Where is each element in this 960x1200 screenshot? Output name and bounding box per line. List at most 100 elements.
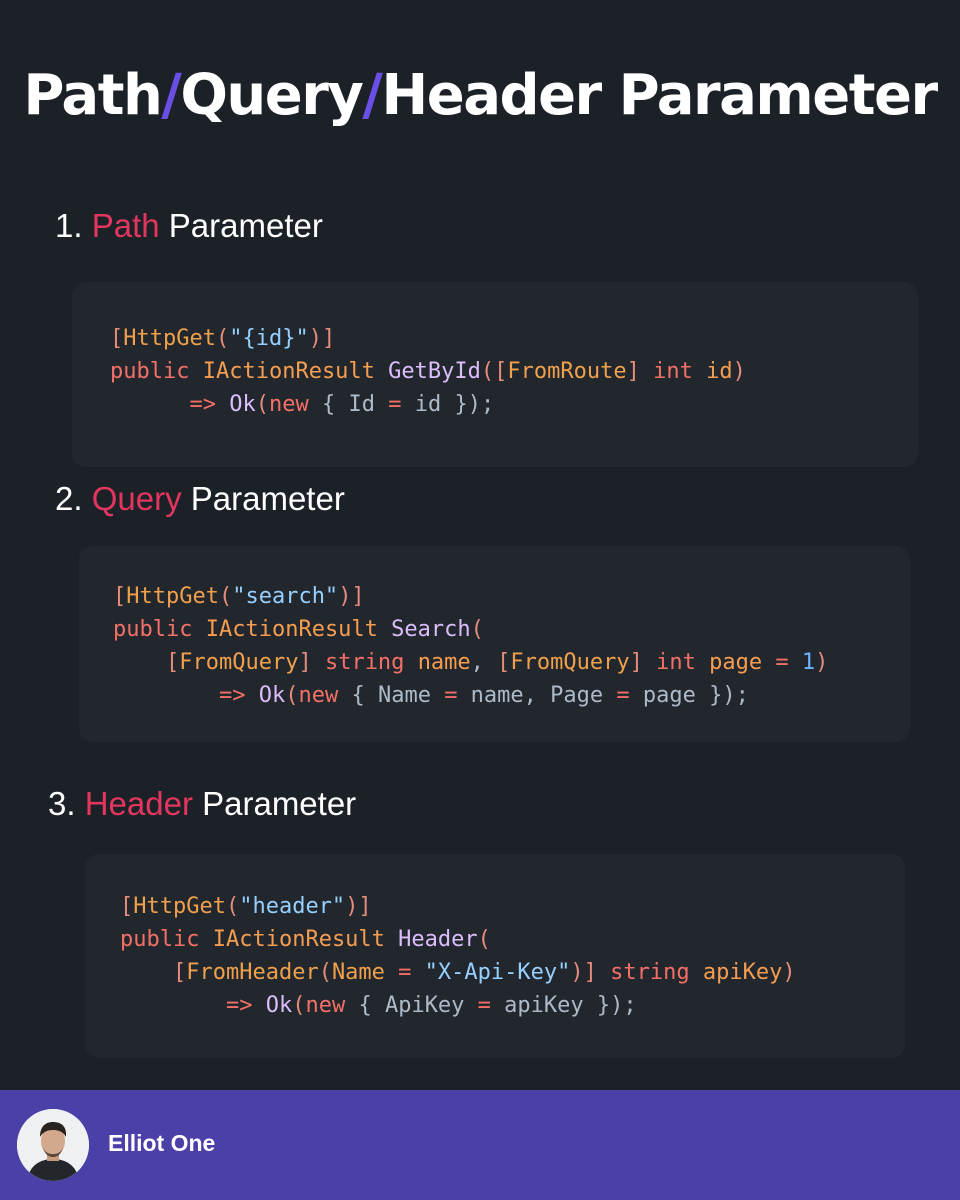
code-token: [ <box>120 894 134 919</box>
code-line: => Ok(new { Id = id }); <box>110 392 494 417</box>
code-token: = <box>616 683 630 708</box>
code-token: = <box>444 683 458 708</box>
code-token: IActionResult <box>202 359 375 384</box>
section-keyword: Path <box>91 207 160 244</box>
code-token: apiKey <box>702 960 783 985</box>
code-token: string <box>610 960 690 985</box>
code-line: public IActionResult Search( <box>113 617 484 642</box>
code-token: [ <box>172 960 187 985</box>
code-token: = <box>775 650 789 675</box>
code-token: public <box>120 927 200 952</box>
code-token: )] <box>345 894 372 919</box>
code-token: Ok <box>258 683 286 708</box>
section-heading-path: 1. Path Parameter <box>55 206 323 246</box>
code-token: "header" <box>239 894 346 919</box>
code-token: "X-Api-Key" <box>424 960 571 985</box>
code-token: ( <box>225 894 240 919</box>
code-token: new <box>305 993 346 1018</box>
section-number: 1. <box>55 207 83 244</box>
code-token: int <box>656 650 696 675</box>
code-token: name, Page <box>457 683 617 708</box>
code-token: new <box>268 392 309 417</box>
code-token: , <box>470 650 498 675</box>
code-token: [ <box>113 584 127 609</box>
code-token: new <box>298 683 339 708</box>
code-token: ( <box>285 683 299 708</box>
code-token: GetById <box>388 359 481 384</box>
code-line: public IActionResult GetById([FromRoute]… <box>110 359 746 384</box>
code-line: [FromQuery] string name, [FromQuery] int… <box>113 650 828 675</box>
code-token: IActionResult <box>212 927 385 952</box>
author-name: Elliot One <box>108 1130 216 1156</box>
code-token: { ApiKey <box>345 993 478 1018</box>
code-snippet: [HttpGet("{id}")] public IActionResult G… <box>110 322 746 421</box>
title-query: Query <box>180 63 364 128</box>
page-title: Path/Query/Header Parameter <box>0 58 960 134</box>
code-token: ] <box>298 650 312 675</box>
code-token: page }); <box>629 683 749 708</box>
code-token: string <box>324 650 405 675</box>
code-token: )] <box>308 326 336 351</box>
code-token: apiKey }); <box>490 993 637 1018</box>
code-token: ( <box>292 993 306 1018</box>
code-token: Header <box>398 927 478 952</box>
code-token: ] <box>629 650 643 675</box>
code-token: FromQuery <box>179 650 299 675</box>
code-token: => <box>189 392 216 417</box>
code-token: HttpGet <box>123 326 216 351</box>
code-token: public <box>110 359 190 384</box>
code-token: ( <box>318 960 332 985</box>
title-header-parameter: Header Parameter <box>381 63 938 128</box>
code-token: = <box>398 960 412 985</box>
section-number: 3. <box>48 785 76 822</box>
title-path: Path <box>23 63 162 128</box>
code-token: ) <box>782 960 796 985</box>
code-token: ( <box>218 584 233 609</box>
code-token: ( <box>470 617 484 642</box>
author-footer: Elliot One <box>0 1090 960 1200</box>
code-token: HttpGet <box>133 894 226 919</box>
code-token: public <box>113 617 193 642</box>
code-token: ([ <box>480 359 508 384</box>
code-token: page <box>709 650 763 675</box>
code-token: 1 <box>801 650 816 675</box>
author-avatar-icon <box>17 1109 89 1181</box>
code-token: { Id <box>308 392 389 417</box>
code-token: "search" <box>232 584 339 609</box>
code-block-header: [HttpGet("header")] public IActionResult… <box>85 854 905 1058</box>
code-token: Search <box>391 617 471 642</box>
code-line: [HttpGet("search")] <box>113 584 365 609</box>
code-token: [ <box>497 650 511 675</box>
code-token: )] <box>570 960 597 985</box>
code-token: = <box>388 392 402 417</box>
code-snippet: [HttpGet("search")] public IActionResult… <box>113 580 828 712</box>
section-keyword: Header <box>84 785 193 822</box>
code-token: Name <box>331 960 385 985</box>
code-token: Ok <box>229 392 256 417</box>
code-token: id }); <box>401 392 495 417</box>
code-token: ( <box>477 927 491 952</box>
section-number: 2. <box>55 480 83 517</box>
code-snippet: [HttpGet("header")] public IActionResult… <box>120 890 796 1022</box>
code-token: ) <box>732 359 746 384</box>
code-token: int <box>653 359 693 384</box>
code-line: => Ok(new { Name = name, Page = page }); <box>113 683 749 708</box>
code-line: public IActionResult Header( <box>120 927 491 952</box>
code-token: = <box>477 993 491 1018</box>
code-token: Ok <box>265 993 293 1018</box>
title-separator: / <box>161 63 181 128</box>
